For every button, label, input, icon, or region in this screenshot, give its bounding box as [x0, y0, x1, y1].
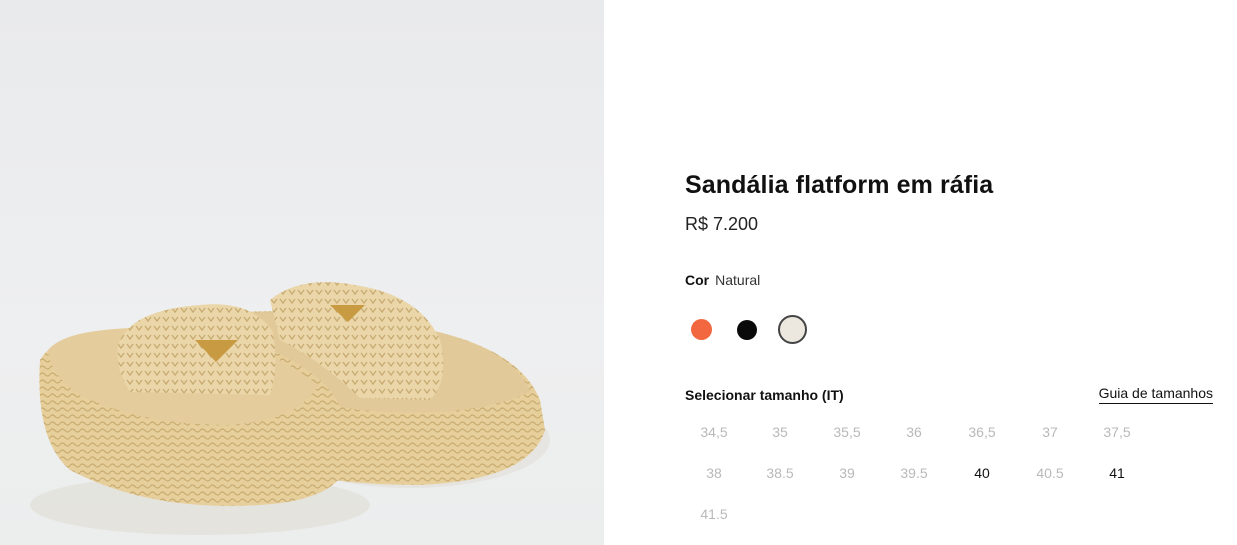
size-option[interactable]: 40.5: [1019, 455, 1081, 491]
size-option[interactable]: 37: [1019, 414, 1081, 450]
size-option[interactable]: 34,5: [683, 414, 745, 450]
size-option[interactable]: 38: [683, 455, 745, 491]
size-option[interactable]: 39.5: [883, 455, 945, 491]
color-selection-label: Cor Natural: [685, 272, 760, 288]
size-options: 34,5 35 35,5 36 36,5 37 37,5 38 38.5 39 …: [683, 414, 1213, 534]
size-option[interactable]: 39: [816, 455, 878, 491]
size-option[interactable]: 35: [749, 414, 811, 450]
color-label: Cor: [685, 272, 710, 288]
selected-color-value: Natural: [715, 272, 761, 288]
raffia-sandals-illustration: [30, 282, 550, 535]
size-select-label: Selecionar tamanho (IT): [685, 387, 844, 403]
product-price: R$ 7.200: [685, 214, 759, 234]
size-option[interactable]: 37,5: [1086, 414, 1148, 450]
color-swatch-natural[interactable]: [778, 315, 807, 344]
product-title: Sandália flatform em ráfia: [685, 171, 994, 199]
size-option[interactable]: 38.5: [749, 455, 811, 491]
size-header: Selecionar tamanho (IT) Guia de tamanhos: [685, 385, 1213, 407]
size-guide-link[interactable]: Guia de tamanhos: [1098, 385, 1213, 404]
size-option[interactable]: 41.5: [683, 496, 745, 532]
color-swatches: [691, 314, 831, 344]
product-info: Sandália flatform em ráfia R$ 7.200 Cor N…: [683, 0, 1215, 545]
size-option[interactable]: 36,5: [951, 414, 1013, 450]
product-image: [0, 0, 604, 545]
size-option[interactable]: 41: [1086, 455, 1148, 491]
color-swatch-orange[interactable]: [691, 319, 712, 340]
size-option[interactable]: 35,5: [816, 414, 878, 450]
size-option[interactable]: 40: [951, 455, 1013, 491]
color-swatch-black[interactable]: [737, 320, 757, 340]
size-option[interactable]: 36: [883, 414, 945, 450]
